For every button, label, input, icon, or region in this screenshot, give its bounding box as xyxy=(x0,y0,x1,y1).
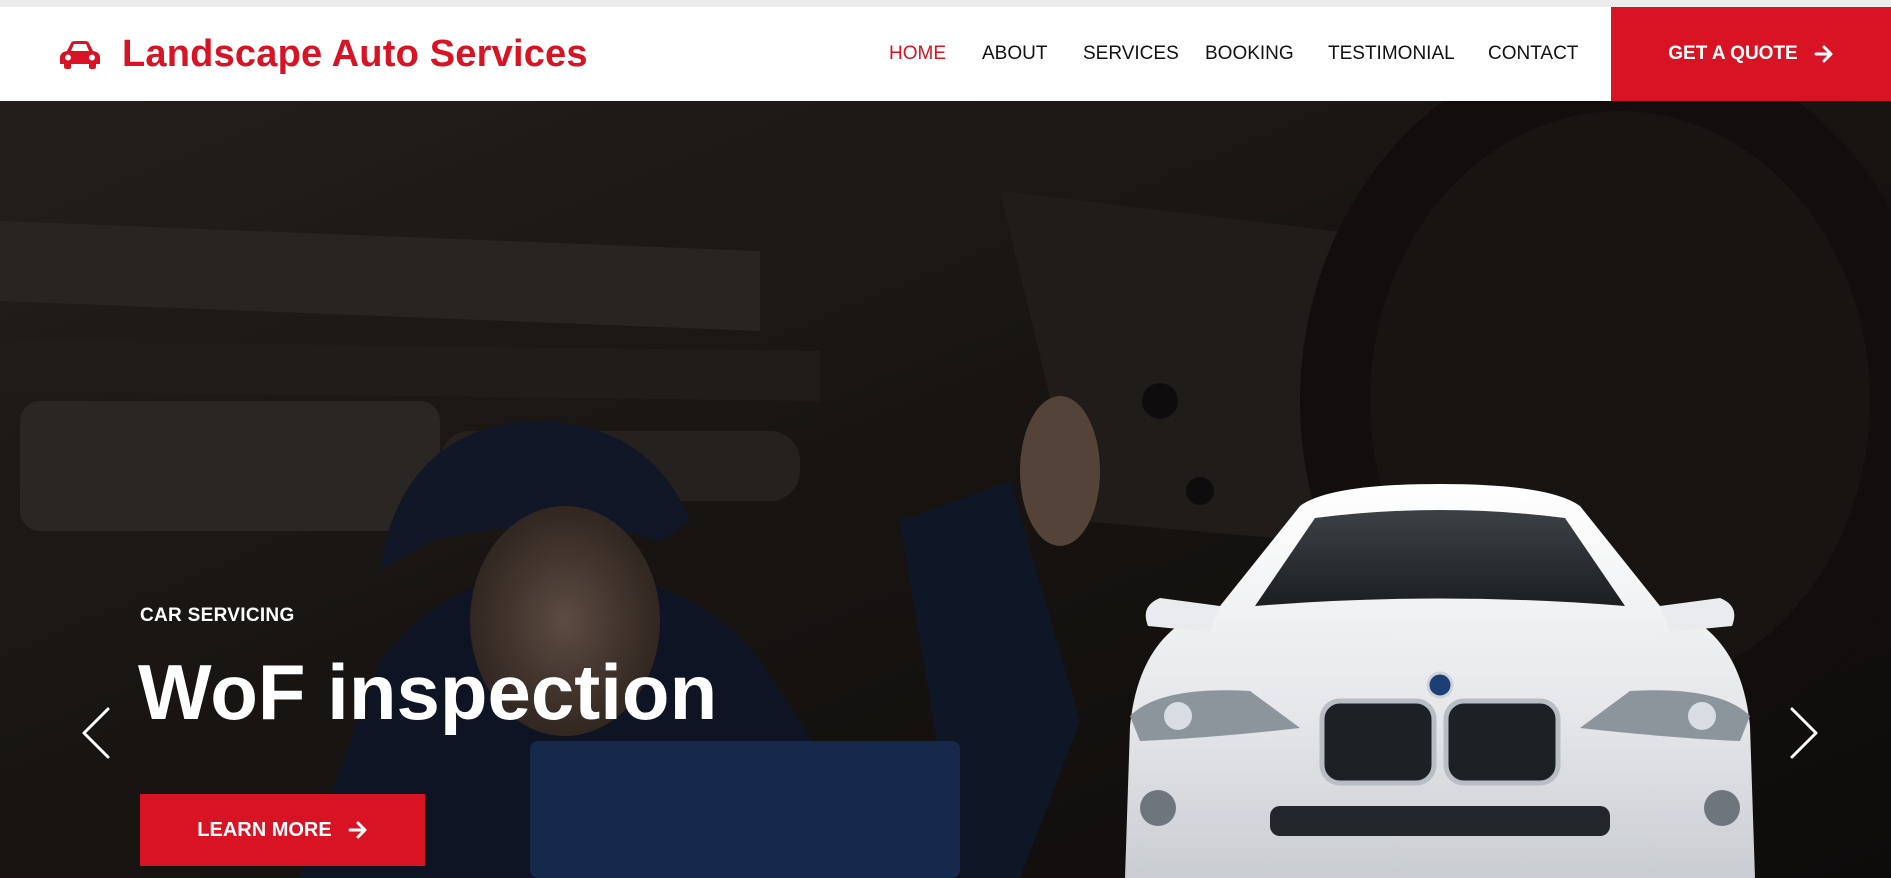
arrow-right-icon xyxy=(348,821,367,839)
nav-home[interactable]: HOME xyxy=(889,43,946,65)
get-a-quote-label: GET A QUOTE xyxy=(1668,43,1798,64)
learn-more-button[interactable]: LEARN MORE xyxy=(140,794,425,866)
nav-about[interactable]: ABOUT xyxy=(982,43,1047,65)
hero-eyebrow: CAR SERVICING xyxy=(140,605,295,626)
car-icon xyxy=(60,41,100,69)
top-strip xyxy=(0,0,1891,7)
navbar: Landscape Auto Services HOME ABOUT SERVI… xyxy=(0,7,1891,101)
nav-testimonial[interactable]: TESTIMONIAL xyxy=(1328,43,1455,65)
brand-logo-link[interactable]: Landscape Auto Services xyxy=(58,7,588,101)
brand-name: Landscape Auto Services xyxy=(122,32,588,75)
white-car-image xyxy=(1125,484,1755,878)
hero-title: WoF inspection xyxy=(138,648,718,736)
nav-services[interactable]: SERVICES xyxy=(1083,43,1179,65)
learn-more-label: LEARN MORE xyxy=(197,818,332,841)
chevron-right-icon[interactable] xyxy=(1786,705,1822,761)
nav-contact[interactable]: CONTACT xyxy=(1488,43,1578,65)
chevron-left-icon[interactable] xyxy=(78,705,114,761)
arrow-right-icon xyxy=(1814,45,1833,63)
get-a-quote-button[interactable]: GET A QUOTE xyxy=(1611,7,1891,101)
hero-carousel: CAR SERVICING WoF inspection LEARN MORE xyxy=(0,101,1891,878)
nav-booking[interactable]: BOOKING xyxy=(1205,43,1294,65)
